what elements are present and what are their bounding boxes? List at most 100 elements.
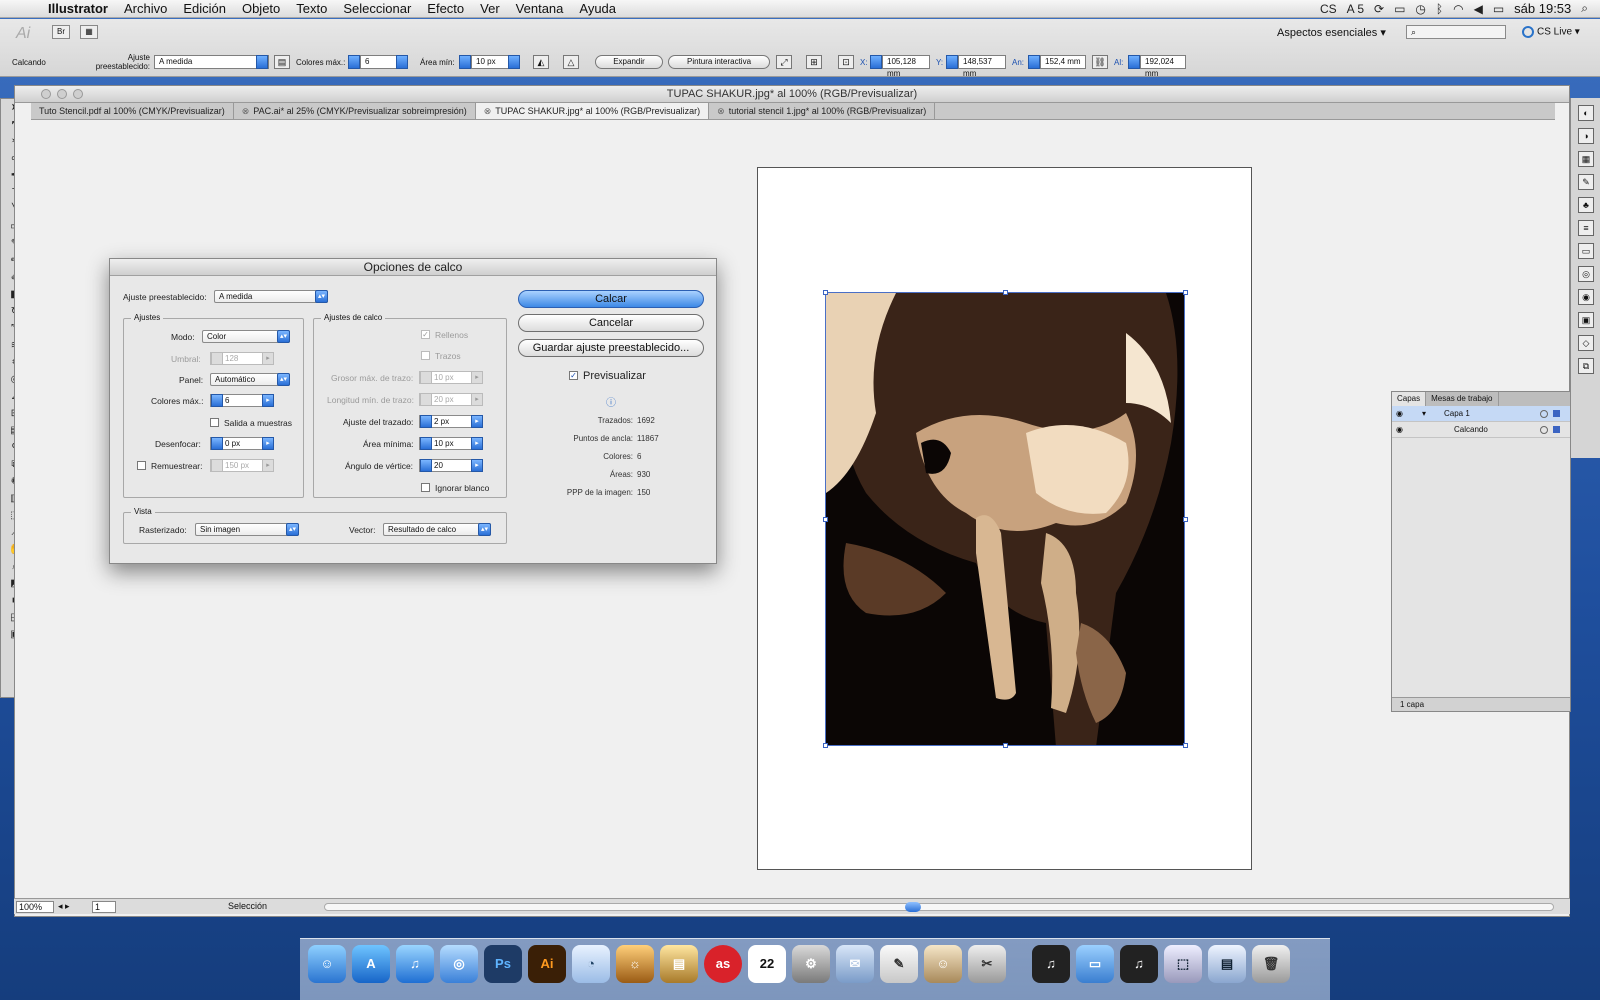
artboard-nav-icon[interactable]: ◂ ▸: [58, 901, 70, 912]
horizontal-scrollbar[interactable]: [324, 902, 1554, 912]
menu-edicion[interactable]: Edición: [175, 1, 234, 16]
artboards-panel-icon[interactable]: ⧉: [1578, 358, 1594, 374]
y-input[interactable]: 148,537 mm: [958, 55, 1006, 78]
photo-booth-icon[interactable]: ☺: [924, 945, 962, 983]
photoshop-icon[interactable]: Ps: [484, 945, 522, 983]
fills-checkbox[interactable]: ✓: [421, 330, 430, 339]
menu-ver[interactable]: Ver: [472, 1, 508, 16]
graphic-styles-panel-icon[interactable]: ▣: [1578, 312, 1594, 328]
path-fit-input[interactable]: 2 px ▸: [419, 415, 483, 428]
symbols-panel-icon[interactable]: ♣: [1578, 197, 1594, 213]
system-prefs-icon[interactable]: ⚙: [792, 945, 830, 983]
menubar-clock[interactable]: sáb 19:53: [1514, 1, 1571, 16]
constrain-proportions-icon[interactable]: ⛓: [1092, 55, 1108, 69]
wifi-icon[interactable]: ◠: [1453, 2, 1463, 16]
expand-button[interactable]: Expandir: [595, 55, 663, 69]
sync-icon[interactable]: ⟳: [1374, 2, 1384, 16]
max-colors-stepper-icon[interactable]: [348, 55, 360, 69]
stepper-icon[interactable]: [420, 415, 432, 428]
blur-input[interactable]: 0 px ▸: [210, 437, 274, 450]
ignore-white-checkbox[interactable]: [421, 483, 430, 492]
target-icon[interactable]: [1540, 410, 1548, 418]
preset-select[interactable]: A medida: [154, 55, 269, 69]
menu-ayuda[interactable]: Ayuda: [571, 1, 624, 16]
tab-layers[interactable]: Capas: [1392, 392, 1427, 406]
swatches-panel-icon[interactable]: ▦: [1578, 151, 1594, 167]
resample-checkbox[interactable]: [137, 461, 146, 470]
height-input[interactable]: 192,024 mm: [1140, 55, 1186, 78]
cancel-button[interactable]: Cancelar: [518, 314, 704, 332]
image-capture-icon[interactable]: ▤: [660, 945, 698, 983]
tab-tutorial-stencil[interactable]: ⊗ tutorial stencil 1.jpg* al 100% (RGB/Pr…: [709, 103, 936, 119]
reference-point-icon[interactable]: ⊞: [806, 55, 822, 69]
vector-select[interactable]: Resultado de calco ▴▾: [383, 523, 491, 536]
raster-preview-icon[interactable]: ◭: [533, 55, 549, 69]
preview-checkbox[interactable]: ✓: [569, 371, 578, 380]
arrange-documents-icon[interactable]: ▦: [80, 25, 98, 39]
menu-seleccionar[interactable]: Seleccionar: [335, 1, 419, 16]
menu-ventana[interactable]: Ventana: [508, 1, 572, 16]
preset-select[interactable]: A medida ▴▾: [214, 290, 328, 303]
finder-icon[interactable]: ☺: [308, 945, 346, 983]
close-window-icon[interactable]: [41, 89, 51, 99]
strokes-checkbox[interactable]: [421, 351, 430, 360]
transparency-panel-icon[interactable]: ◎: [1578, 266, 1594, 282]
align-icon[interactable]: ⊡: [838, 55, 854, 69]
folder-icon[interactable]: ▭: [1076, 945, 1114, 983]
width-stepper-icon[interactable]: [1028, 55, 1040, 69]
panel-select[interactable]: Automático ▴▾: [210, 373, 290, 386]
tab-artboards[interactable]: Mesas de trabajo: [1426, 392, 1499, 406]
raster-select[interactable]: Sin imagen ▴▾: [195, 523, 299, 536]
stroke-panel-icon[interactable]: ≡: [1578, 220, 1594, 236]
artboard-number-field[interactable]: 1: [92, 901, 116, 913]
target-icon[interactable]: [1540, 426, 1548, 434]
tab-tupac-shakur[interactable]: ⊗ TUPAC SHAKUR.jpg* al 100% (RGB/Previsua…: [475, 103, 710, 119]
calendar-icon[interactable]: 22: [748, 945, 786, 983]
transform-icon[interactable]: ⤢: [776, 55, 792, 69]
display-icon[interactable]: ▭: [1394, 2, 1405, 16]
preset-dropdown-arrow-icon[interactable]: [256, 55, 268, 69]
bbox-handle[interactable]: [1003, 290, 1008, 295]
workspace-switcher[interactable]: Aspectos esenciales ▾: [1277, 26, 1386, 39]
x-input[interactable]: 105,128 mm: [882, 55, 930, 78]
documents-stack-icon[interactable]: ▤: [1208, 945, 1246, 983]
visibility-eye-icon[interactable]: ◉: [1396, 425, 1406, 434]
trash-icon[interactable]: 🗑: [1252, 945, 1290, 983]
cslive-button[interactable]: CS Live ▾: [1522, 26, 1580, 38]
tracing-options-icon[interactable]: ▤: [274, 55, 290, 69]
utilities-icon[interactable]: ✂: [968, 945, 1006, 983]
stepper-icon[interactable]: [420, 459, 432, 472]
tab-pac[interactable]: ⊗ PAC.ai* al 25% (CMYK/Previsualizar sobr…: [234, 103, 476, 119]
volume-icon[interactable]: ◀: [1474, 2, 1483, 16]
stepper-icon[interactable]: [420, 437, 432, 450]
textedit-icon[interactable]: ✎: [880, 945, 918, 983]
search-input[interactable]: ⌕: [1406, 25, 1506, 39]
stepper-icon[interactable]: [211, 394, 223, 407]
lastfm-icon[interactable]: as: [704, 945, 742, 983]
menu-archivo[interactable]: Archivo: [116, 1, 175, 16]
layer-name[interactable]: Calcando: [1454, 422, 1488, 438]
bbox-handle[interactable]: [823, 290, 828, 295]
downloads-stack-icon[interactable]: ⬚: [1164, 945, 1202, 983]
trace-button[interactable]: Calcar: [518, 290, 704, 308]
menu-objeto[interactable]: Objeto: [234, 1, 288, 16]
close-tab-icon[interactable]: ⊗: [484, 106, 492, 116]
selection-indicator-icon[interactable]: [1553, 426, 1560, 433]
close-tab-icon[interactable]: ⊗: [717, 106, 725, 116]
menu-efecto[interactable]: Efecto: [419, 1, 472, 16]
safari-icon[interactable]: ◎: [440, 945, 478, 983]
traced-image[interactable]: [825, 292, 1185, 746]
menu-app[interactable]: Illustrator: [40, 1, 116, 16]
adobe-updater-icon[interactable]: A 5: [1347, 2, 1364, 16]
width-input[interactable]: 152,4 mm: [1040, 55, 1086, 69]
bluetooth-icon[interactable]: ᛒ: [1436, 2, 1443, 16]
bbox-handle[interactable]: [1183, 290, 1188, 295]
height-stepper-icon[interactable]: [1128, 55, 1140, 69]
output-swatches-checkbox[interactable]: [210, 418, 219, 427]
iphoto-icon[interactable]: ☼: [616, 945, 654, 983]
min-area-input[interactable]: 10 px: [471, 55, 513, 69]
scrollbar-thumb[interactable]: [905, 902, 921, 912]
preview-icon[interactable]: ◔: [572, 945, 610, 983]
max-colors-input[interactable]: 6 ▸: [210, 394, 274, 407]
appearance-panel-icon[interactable]: ◉: [1578, 289, 1594, 305]
